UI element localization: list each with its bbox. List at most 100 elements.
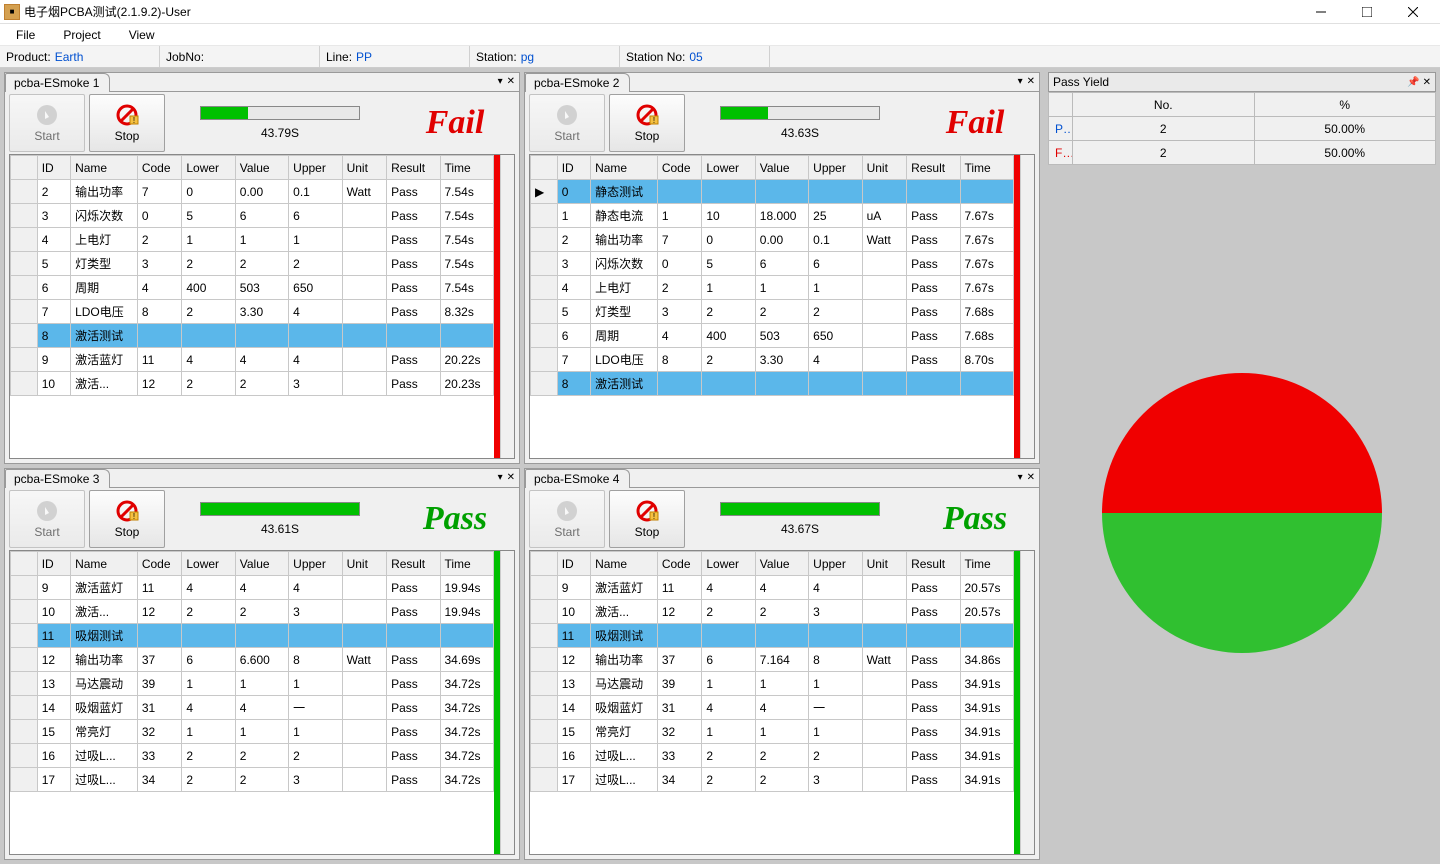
table-row[interactable]: 8激活测试 <box>531 372 1014 396</box>
column-header[interactable]: Result <box>387 156 440 180</box>
column-header[interactable]: Result <box>907 156 960 180</box>
column-header[interactable] <box>531 156 558 180</box>
table-row[interactable]: 8激活测试 <box>11 324 494 348</box>
start-button[interactable]: Start <box>9 94 85 152</box>
column-header[interactable]: Upper <box>809 552 862 576</box>
panel-dropdown-icon[interactable]: ▾ <box>498 76 503 87</box>
table-row[interactable]: 12输出功率3766.6008WattPass34.69s <box>11 648 494 672</box>
start-button[interactable]: Start <box>9 490 85 548</box>
stop-button[interactable]: !Stop <box>89 490 165 548</box>
table-row[interactable]: 17过吸L...34223Pass34.91s <box>531 768 1014 792</box>
panel-dropdown-icon[interactable]: ▾ <box>1018 472 1023 483</box>
panel-close-icon[interactable]: ✕ <box>1027 472 1035 483</box>
test-grid[interactable]: IDNameCodeLowerValueUpperUnitResultTime▶… <box>529 154 1035 459</box>
scrollbar[interactable] <box>500 551 514 854</box>
column-header[interactable]: Time <box>440 156 494 180</box>
column-header[interactable]: ID <box>557 156 590 180</box>
column-header[interactable]: Lower <box>702 552 755 576</box>
test-grid[interactable]: IDNameCodeLowerValueUpperUnitResultTime9… <box>9 550 515 855</box>
table-row[interactable]: 9激活蓝灯11444Pass19.94s <box>11 576 494 600</box>
column-header[interactable]: Result <box>907 552 960 576</box>
column-header[interactable]: Time <box>960 552 1014 576</box>
column-header[interactable]: Code <box>657 552 702 576</box>
column-header[interactable]: Unit <box>862 156 907 180</box>
column-header[interactable]: Unit <box>862 552 907 576</box>
column-header[interactable]: Code <box>137 552 182 576</box>
panel-dropdown-icon[interactable]: ▾ <box>1018 76 1023 87</box>
stop-button[interactable]: !Stop <box>89 94 165 152</box>
menu-view[interactable]: View <box>121 26 163 44</box>
table-row[interactable]: 13马达震动39111Pass34.91s <box>531 672 1014 696</box>
panel-dropdown-icon[interactable]: ▾ <box>498 472 503 483</box>
test-grid[interactable]: IDNameCodeLowerValueUpperUnitResultTime2… <box>9 154 515 459</box>
maximize-button[interactable] <box>1344 0 1390 24</box>
table-row[interactable]: 16过吸L...33222Pass34.72s <box>11 744 494 768</box>
column-header[interactable]: Upper <box>809 156 862 180</box>
column-header[interactable] <box>11 552 38 576</box>
table-row[interactable]: 9激活蓝灯11444Pass20.22s <box>11 348 494 372</box>
table-row[interactable]: 9激活蓝灯11444Pass20.57s <box>531 576 1014 600</box>
panel-tab[interactable]: pcba-ESmoke 3 <box>5 469 110 488</box>
menu-project[interactable]: Project <box>55 26 108 44</box>
column-header[interactable]: Lower <box>702 156 755 180</box>
column-header[interactable]: Value <box>235 552 288 576</box>
table-row[interactable]: 14吸烟蓝灯3144一Pass34.72s <box>11 696 494 720</box>
column-header[interactable]: Upper <box>289 156 342 180</box>
panel-tab[interactable]: pcba-ESmoke 4 <box>525 469 630 488</box>
column-header[interactable]: ID <box>37 552 70 576</box>
table-row[interactable]: ▶0静态测试 <box>531 180 1014 204</box>
column-header[interactable]: Code <box>137 156 182 180</box>
table-row[interactable]: 12输出功率3767.1648WattPass34.86s <box>531 648 1014 672</box>
column-header[interactable]: Result <box>387 552 440 576</box>
column-header[interactable]: Name <box>71 552 138 576</box>
table-row[interactable]: 11吸烟测试 <box>531 624 1014 648</box>
column-header[interactable]: Name <box>591 156 658 180</box>
table-row[interactable]: 15常亮灯32111Pass34.91s <box>531 720 1014 744</box>
column-header[interactable]: Unit <box>342 156 387 180</box>
panel-close-icon[interactable]: ✕ <box>507 472 515 483</box>
column-header[interactable] <box>531 552 558 576</box>
column-header[interactable]: Lower <box>182 156 235 180</box>
column-header[interactable]: ID <box>37 156 70 180</box>
scrollbar[interactable] <box>1020 155 1034 458</box>
close-button[interactable] <box>1390 0 1436 24</box>
table-row[interactable]: 3闪烁次数0566Pass7.54s <box>11 204 494 228</box>
column-header[interactable]: Time <box>440 552 494 576</box>
table-row[interactable]: 6周期4400503650Pass7.68s <box>531 324 1014 348</box>
column-header[interactable]: Unit <box>342 552 387 576</box>
column-header[interactable]: Name <box>591 552 658 576</box>
stop-button[interactable]: !Stop <box>609 490 685 548</box>
start-button[interactable]: Start <box>529 490 605 548</box>
panel-close-icon[interactable]: ✕ <box>507 76 515 87</box>
scrollbar[interactable] <box>500 155 514 458</box>
table-row[interactable]: 13马达震动39111Pass34.72s <box>11 672 494 696</box>
table-row[interactable]: 10激活...12223Pass20.57s <box>531 600 1014 624</box>
start-button[interactable]: Start <box>529 94 605 152</box>
table-row[interactable]: 16过吸L...33222Pass34.91s <box>531 744 1014 768</box>
stop-button[interactable]: !Stop <box>609 94 685 152</box>
table-row[interactable]: 7LDO电压823.304Pass8.32s <box>11 300 494 324</box>
column-header[interactable]: Value <box>235 156 288 180</box>
table-row[interactable]: 5灯类型3222Pass7.54s <box>11 252 494 276</box>
table-row[interactable]: 2输出功率700.000.1WattPass7.54s <box>11 180 494 204</box>
column-header[interactable]: Code <box>657 156 702 180</box>
menu-file[interactable]: File <box>8 26 43 44</box>
table-row[interactable]: 11吸烟测试 <box>11 624 494 648</box>
column-header[interactable]: Name <box>71 156 138 180</box>
table-row[interactable]: 7LDO电压823.304Pass8.70s <box>531 348 1014 372</box>
table-row[interactable]: 5灯类型3222Pass7.68s <box>531 300 1014 324</box>
column-header[interactable]: Lower <box>182 552 235 576</box>
test-grid[interactable]: IDNameCodeLowerValueUpperUnitResultTime9… <box>529 550 1035 855</box>
panel-tab[interactable]: pcba-ESmoke 1 <box>5 73 110 92</box>
column-header[interactable]: Value <box>755 156 808 180</box>
table-row[interactable]: 2输出功率700.000.1WattPass7.67s <box>531 228 1014 252</box>
minimize-button[interactable] <box>1298 0 1344 24</box>
table-row[interactable]: 10激活...12223Pass19.94s <box>11 600 494 624</box>
panel-close-icon[interactable]: ✕ <box>1027 76 1035 87</box>
table-row[interactable]: 14吸烟蓝灯3144一Pass34.91s <box>531 696 1014 720</box>
column-header[interactable] <box>11 156 38 180</box>
table-row[interactable]: 15常亮灯32111Pass34.72s <box>11 720 494 744</box>
table-row[interactable]: 10激活...12223Pass20.23s <box>11 372 494 396</box>
column-header[interactable]: Value <box>755 552 808 576</box>
table-row[interactable]: 1静态电流11018.00025uAPass7.67s <box>531 204 1014 228</box>
